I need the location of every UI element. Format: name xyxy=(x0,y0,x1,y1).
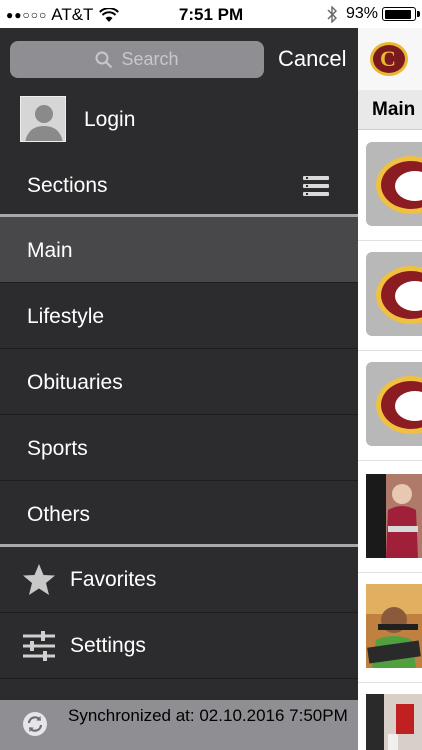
search-icon xyxy=(95,51,113,68)
article-thumbnail[interactable] xyxy=(366,142,422,226)
menu-item-sports[interactable]: Sports xyxy=(0,415,358,481)
logo-placeholder-icon xyxy=(376,376,422,434)
content-header: C xyxy=(358,28,422,90)
status-bar: ●●○○○ AT&T 7:51 PM 93% xyxy=(0,0,422,28)
article-photo[interactable] xyxy=(366,694,422,750)
menu-item-label: Main xyxy=(27,239,73,262)
photo-child-image xyxy=(366,584,422,668)
menu-item-lifestyle[interactable]: Lifestyle xyxy=(0,283,358,349)
navigation-drawer: Search Cancel Login Sections Main Lifest… xyxy=(0,28,358,750)
menu-item-label: Lifestyle xyxy=(27,305,105,328)
status-right: 93% xyxy=(326,5,420,23)
menu-item-label: Sports xyxy=(27,437,88,460)
search-input[interactable]: Search xyxy=(10,41,264,78)
list-separator xyxy=(358,240,422,241)
article-thumbnail[interactable] xyxy=(366,252,422,336)
sections-label: Sections xyxy=(27,174,108,197)
sync-icon[interactable] xyxy=(22,711,48,737)
brand-logo: C xyxy=(370,42,408,76)
battery-percent: 93% xyxy=(345,5,378,22)
login-row[interactable]: Login xyxy=(0,90,358,150)
avatar xyxy=(20,96,66,142)
menu-item-label: Others xyxy=(27,503,91,526)
sections-header: Sections xyxy=(0,154,358,216)
user-silhouette-icon xyxy=(21,97,65,141)
battery-icon xyxy=(382,7,420,21)
menu-item-main[interactable]: Main xyxy=(0,217,358,283)
search-row: Search Cancel xyxy=(0,28,358,90)
list-separator xyxy=(358,460,422,461)
logo-placeholder-icon xyxy=(376,156,422,214)
photo-woman-image xyxy=(366,474,422,558)
settings-item[interactable]: Settings xyxy=(0,613,358,679)
sync-status-bar: Synchronized at: 02.10.2016 7:50PM xyxy=(0,700,358,750)
sync-text: Synchronized at: 02.10.2016 7:50PM xyxy=(68,706,348,725)
logo-placeholder-icon xyxy=(376,266,422,324)
list-separator xyxy=(358,682,422,683)
favorites-label: Favorites xyxy=(70,568,157,591)
bluetooth-icon xyxy=(327,5,337,23)
article-thumbnail[interactable] xyxy=(366,362,422,446)
list-separator xyxy=(358,350,422,351)
photo-sports-image xyxy=(366,694,422,750)
star-icon xyxy=(23,564,55,595)
settings-label: Settings xyxy=(70,634,146,657)
login-label: Login xyxy=(84,108,136,131)
menu-item-others[interactable]: Others xyxy=(0,481,358,547)
main-content: C Main xyxy=(358,28,422,750)
search-placeholder: Search xyxy=(121,49,179,69)
battery-level xyxy=(384,9,411,19)
sliders-icon xyxy=(23,631,55,661)
article-photo[interactable] xyxy=(366,584,422,668)
list-separator xyxy=(358,572,422,573)
content-tab-label: Main xyxy=(372,99,416,120)
menu-item-obituaries[interactable]: Obituaries xyxy=(0,349,358,415)
content-tab-main[interactable]: Main xyxy=(358,90,422,130)
list-icon[interactable] xyxy=(303,176,329,196)
menu-item-label: Obituaries xyxy=(27,371,123,394)
article-photo[interactable] xyxy=(366,474,422,558)
favorites-item[interactable]: Favorites xyxy=(0,547,358,613)
cancel-button[interactable]: Cancel xyxy=(278,46,346,72)
